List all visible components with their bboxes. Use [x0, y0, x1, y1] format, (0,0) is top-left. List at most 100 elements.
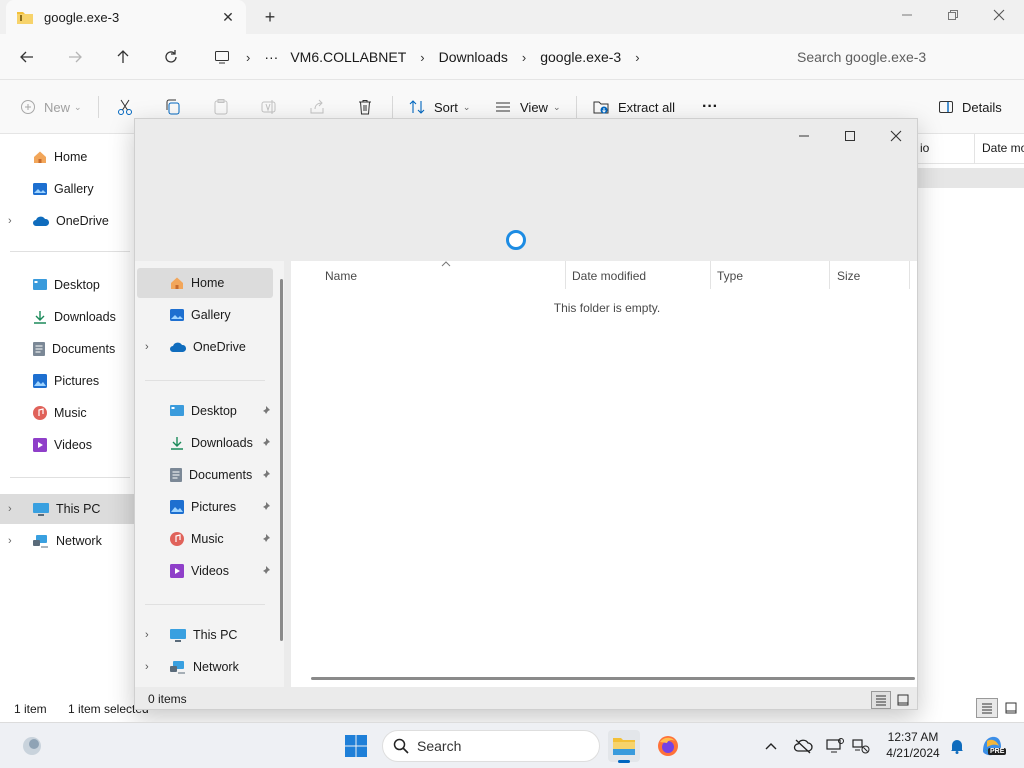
tiles-view-icon [897, 694, 909, 706]
dialog-minimize-button[interactable] [781, 121, 827, 151]
sidebar-item-documents[interactable]: Documents [0, 334, 134, 364]
computer-icon[interactable] [200, 50, 238, 64]
breadcrumb-vm6-collabnet[interactable]: VM6.COLLABNET [284, 49, 412, 65]
new-button[interactable]: New ⌄ [20, 92, 82, 122]
dialog-nav-desktop[interactable]: Desktop [137, 396, 273, 426]
refresh-button[interactable] [156, 42, 186, 72]
column-header-type[interactable]: Type [717, 265, 743, 287]
pin-icon[interactable] [261, 405, 271, 415]
chevron-right-icon[interactable]: › [8, 503, 22, 515]
chevron-right-icon[interactable]: › [412, 50, 432, 65]
taskbar-firefox[interactable] [652, 730, 684, 762]
taskbar-file-explorer[interactable] [608, 730, 640, 763]
sidebar-item-desktop[interactable]: Desktop [0, 270, 134, 300]
column-header-fragment[interactable]: io [920, 141, 929, 155]
dialog-nav-this-pc[interactable]: › This PC [137, 620, 273, 650]
column-header-name[interactable]: Name [325, 265, 357, 287]
pin-icon[interactable] [261, 565, 271, 575]
chevron-right-icon[interactable]: › [145, 629, 159, 641]
pin-icon[interactable] [261, 533, 271, 543]
firefox-icon [658, 736, 678, 756]
search-input[interactable]: Search google.exe-3 [786, 41, 1018, 73]
sidebar-item-label: Network [56, 534, 102, 548]
chevron-right-icon[interactable]: › [8, 535, 22, 547]
copilot-button[interactable]: PRE [976, 730, 1008, 762]
divider [10, 251, 130, 252]
restore-button[interactable] [930, 0, 976, 30]
dialog-maximize-button[interactable] [827, 121, 873, 151]
details-view-button[interactable] [976, 698, 998, 718]
taskbar-search-label: Search [417, 738, 462, 754]
dialog-details-view-button[interactable] [871, 691, 891, 709]
column-header-date-modified[interactable]: Date mo [982, 141, 1024, 155]
taskbar-search[interactable]: Search [382, 730, 600, 762]
network-tray-button[interactable] [846, 730, 876, 762]
pin-icon[interactable] [261, 437, 271, 447]
onedrive-tray-button[interactable] [788, 730, 818, 762]
sidebar-item-this-pc[interactable]: › This PC [0, 494, 134, 524]
chevron-right-icon[interactable]: › [627, 50, 647, 65]
horizontal-scrollbar[interactable] [311, 677, 915, 680]
dialog-nav-downloads[interactable]: Downloads [137, 428, 273, 458]
dialog-nav-videos[interactable]: Videos [137, 556, 273, 586]
up-button[interactable] [108, 42, 138, 72]
minimize-button[interactable] [884, 0, 930, 30]
nav-scrollbar[interactable] [280, 279, 283, 641]
dialog-nav-gallery[interactable]: Gallery [137, 300, 273, 330]
dialog-nav-onedrive[interactable]: › OneDrive [137, 332, 273, 362]
tab-google-exe-3[interactable]: google.exe-3 ✕ [6, 0, 246, 34]
selected-row-fragment[interactable] [918, 168, 1024, 188]
dialog-nav-label: Network [193, 660, 239, 674]
sidebar-item-network[interactable]: › Network [0, 526, 134, 556]
column-header-size[interactable]: Size [837, 265, 860, 287]
chevron-right-icon[interactable]: › [145, 661, 159, 673]
chevron-right-icon[interactable]: › [238, 50, 258, 65]
dialog-nav-label: Gallery [191, 308, 231, 322]
divider[interactable] [710, 261, 711, 289]
sidebar-item-downloads[interactable]: Downloads [0, 302, 134, 332]
trash-icon [356, 98, 374, 116]
chevron-right-icon[interactable]: › [514, 50, 534, 65]
start-button[interactable] [340, 730, 372, 762]
dialog-nav-music[interactable]: Music [137, 524, 273, 554]
pin-icon[interactable] [261, 501, 271, 511]
divider[interactable] [829, 261, 830, 289]
music-icon [169, 531, 185, 547]
forward-button[interactable] [60, 42, 90, 72]
system-clock[interactable]: 12:37 AM 4/21/2024 [878, 729, 948, 761]
close-button[interactable] [976, 0, 1022, 30]
sidebar-item-home[interactable]: Home [0, 142, 134, 172]
divider[interactable] [909, 261, 910, 289]
dialog-close-button[interactable] [873, 121, 919, 151]
new-tab-button[interactable]: + [258, 6, 282, 28]
sidebar-item-music[interactable]: Music [0, 398, 134, 428]
cut-button[interactable] [116, 92, 134, 122]
back-button[interactable] [12, 42, 42, 72]
notifications-button[interactable] [942, 730, 972, 762]
chevron-right-icon[interactable]: › [145, 341, 159, 353]
dialog-nav-documents[interactable]: Documents [137, 460, 273, 490]
tiles-view-button[interactable] [1000, 698, 1022, 718]
breadcrumb-google-exe-3[interactable]: google.exe-3 [534, 49, 627, 65]
dialog-nav-network[interactable]: › Network [137, 652, 273, 682]
dialog-nav-home[interactable]: Home [137, 268, 273, 298]
sidebar-item-videos[interactable]: Videos [0, 430, 134, 460]
chevron-down-icon: ⌄ [462, 101, 471, 112]
bell-icon [951, 740, 963, 754]
chevron-right-icon[interactable]: › [8, 215, 22, 227]
details-button[interactable]: Details [938, 92, 1002, 122]
pin-icon[interactable] [261, 469, 271, 479]
divider[interactable] [565, 261, 566, 289]
sort-label: Sort [434, 99, 458, 115]
sidebar-item-onedrive[interactable]: › OneDrive [0, 206, 134, 236]
tab-close-icon[interactable]: ✕ [220, 9, 236, 25]
sidebar-item-pictures[interactable]: Pictures [0, 366, 134, 396]
sidebar-item-gallery[interactable]: Gallery [0, 174, 134, 204]
column-header-date-modified[interactable]: Date modified [572, 265, 646, 287]
breadcrumb-downloads[interactable]: Downloads [433, 49, 514, 65]
widgets-button[interactable] [16, 730, 48, 762]
dialog-tiles-view-button[interactable] [893, 691, 913, 709]
show-hidden-icons-button[interactable] [756, 730, 786, 762]
breadcrumb-more[interactable]: ··· [258, 49, 284, 65]
dialog-nav-pictures[interactable]: Pictures [137, 492, 273, 522]
